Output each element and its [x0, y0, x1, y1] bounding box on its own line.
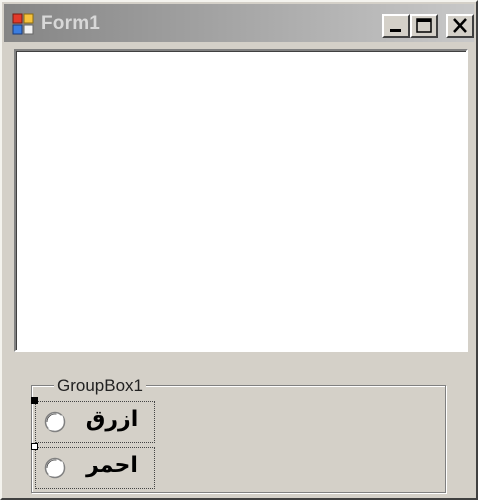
radio-label-blue: ازرق [85, 407, 139, 432]
window-title: Form1 [41, 13, 101, 34]
form-app-icon [12, 13, 34, 35]
maximize-icon [416, 18, 432, 33]
maximize-button[interactable] [410, 14, 438, 38]
selection-handle-primary[interactable] [31, 397, 38, 404]
title-bar[interactable]: Form1 [4, 4, 474, 42]
text-area[interactable] [14, 49, 468, 352]
selection-handle-secondary[interactable] [31, 443, 38, 450]
radio-option-red[interactable]: احمر [35, 447, 155, 489]
close-icon [453, 18, 467, 33]
groupbox-label: GroupBox1 [54, 376, 146, 396]
close-button[interactable] [446, 14, 474, 38]
radio-circle-icon[interactable] [44, 457, 66, 479]
radio-label-red: احمر [86, 453, 138, 478]
minimize-button[interactable] [382, 14, 410, 38]
radio-option-blue[interactable]: ازرق [35, 401, 155, 443]
radio-circle-icon[interactable] [44, 411, 66, 433]
minimize-icon [390, 29, 401, 32]
